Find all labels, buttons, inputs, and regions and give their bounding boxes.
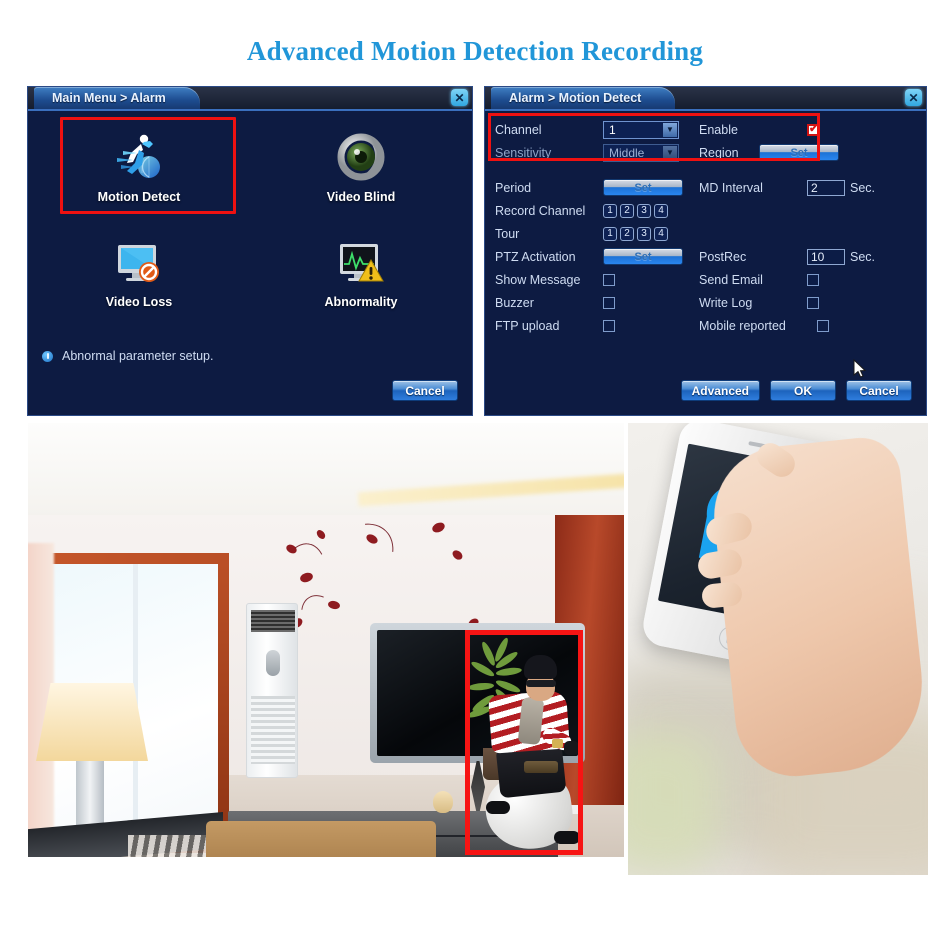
tour-channel-1[interactable]: 1 [603, 226, 617, 241]
post-rec-unit: Sec. [850, 249, 876, 264]
buzzer-label: Buzzer [495, 295, 534, 310]
post-rec-label: PostRec [699, 249, 747, 264]
chevron-down-icon: ▼ [663, 122, 677, 137]
advanced-button[interactable]: Advanced [680, 380, 760, 401]
menu-item-label: Motion Detect [97, 190, 181, 204]
alarm-dialog-titlebar: Main Menu > Alarm ✕ [28, 87, 472, 109]
row-ptz-activation: PTZ Activation Set PostRec 10 Sec. [495, 246, 916, 267]
hint-row: Abnormal parameter setup. [42, 349, 213, 363]
living-room-surveillance-photo [28, 423, 624, 857]
hand-holding-phone-photo [628, 423, 928, 875]
menu-item-label: Abnormality [324, 295, 398, 309]
page-title: Advanced Motion Detection Recording [246, 36, 704, 66]
alarm-menu-dialog: Main Menu > Alarm ✕ Motion Detect Video … [27, 86, 473, 482]
row-show-message: Show Message Send Email [495, 269, 916, 290]
alarm-dialog-body: Motion Detect Video Blind Video Loss Abn… [28, 109, 472, 482]
ottoman [206, 821, 436, 857]
record-channel-3[interactable]: 3 [637, 203, 651, 218]
mobile-reported-label: Mobile reported [699, 318, 786, 333]
write-log-checkbox[interactable] [807, 296, 819, 309]
close-icon[interactable]: ✕ [451, 89, 468, 106]
menu-item-video-blind[interactable]: Video Blind [250, 121, 472, 208]
channel-select[interactable]: 1 ▼ [603, 120, 679, 139]
monitor-blocked-icon [113, 236, 165, 288]
enable-checkbox[interactable] [807, 123, 819, 136]
post-rec-input[interactable]: 10 [807, 248, 845, 265]
close-icon[interactable]: ✕ [905, 89, 922, 106]
menu-item-label: Video Loss [105, 295, 173, 309]
human-hand [707, 433, 928, 783]
motion-detect-form: Channel 1 ▼ Enable Sensitivity [495, 119, 916, 338]
buzzer-checkbox[interactable] [603, 296, 615, 309]
row-channel: Channel 1 ▼ Enable [495, 119, 916, 140]
chevron-down-icon: ▼ [663, 145, 677, 160]
page-root: Advanced Motion Detection Recording Main… [0, 0, 950, 950]
ptz-activation-label: PTZ Activation [495, 249, 576, 264]
record-channel-label: Record Channel [495, 203, 586, 218]
channel-label: Channel [495, 122, 542, 137]
table-lamp [36, 683, 148, 761]
sensitivity-select[interactable]: Middle ▼ [603, 143, 679, 162]
cancel-button[interactable]: Cancel [392, 380, 458, 401]
running-man-icon [113, 131, 165, 183]
md-interval-label: MD Interval [699, 180, 763, 195]
send-email-label: Send Email [699, 272, 763, 287]
motion-dialog-footer: Advanced OK Cancel [680, 380, 912, 401]
alarm-icon-grid: Motion Detect Video Blind Video Loss Abn… [28, 117, 472, 313]
record-channel-1[interactable]: 1 [603, 203, 617, 218]
ftp-upload-checkbox[interactable] [603, 319, 615, 332]
period-label: Period [495, 180, 532, 195]
mouse-cursor-right [853, 359, 866, 378]
write-log-label: Write Log [699, 295, 753, 310]
region-set-button[interactable]: Set [759, 144, 839, 161]
ok-button[interactable]: OK [770, 380, 836, 401]
info-icon [42, 350, 53, 362]
row-sensitivity: Sensitivity Middle ▼ Region Set [495, 142, 916, 163]
record-channel-4[interactable]: 4 [654, 203, 668, 218]
ftp-upload-label: FTP upload [495, 318, 560, 333]
tour-label: Tour [495, 226, 520, 241]
record-channel-group: 1 2 3 4 [603, 203, 668, 218]
eye-icon [335, 131, 387, 183]
show-message-checkbox[interactable] [603, 273, 615, 286]
motion-dialog-body: Channel 1 ▼ Enable Sensitivity [485, 109, 926, 415]
md-interval-input[interactable]: 2 [807, 179, 845, 196]
row-buzzer: Buzzer Write Log [495, 292, 916, 313]
tour-channel-4[interactable]: 4 [654, 226, 668, 241]
ptz-activation-set-button[interactable]: Set [603, 248, 683, 265]
motion-dialog-titlebar: Alarm > Motion Detect ✕ [485, 87, 926, 109]
sensitivity-label: Sensitivity [495, 145, 552, 160]
motion-detection-region-box [465, 630, 583, 855]
md-interval-unit: Sec. [850, 180, 876, 195]
menu-item-motion-detect[interactable]: Motion Detect [28, 117, 250, 214]
menu-item-label: Video Blind [326, 190, 396, 204]
row-ftp-upload: FTP upload Mobile reported [495, 315, 916, 336]
monitor-warning-icon [335, 236, 387, 288]
region-label: Region [699, 145, 739, 160]
send-email-checkbox[interactable] [807, 273, 819, 286]
show-message-label: Show Message [495, 272, 581, 287]
record-channel-2[interactable]: 2 [620, 203, 634, 218]
hint-text: Abnormal parameter setup. [62, 349, 214, 363]
sensitivity-select-value: Middle [609, 145, 645, 160]
tour-group: 1 2 3 4 [603, 226, 668, 241]
row-period: Period Set MD Interval 2 Sec. [495, 177, 916, 198]
row-record-channel: Record Channel 1 2 3 4 [495, 200, 916, 221]
motion-dialog-breadcrumb: Alarm > Motion Detect [491, 87, 676, 109]
mobile-reported-checkbox[interactable] [817, 319, 829, 332]
menu-item-abnormality[interactable]: Abnormality [250, 226, 472, 313]
channel-select-value: 1 [609, 122, 616, 137]
air-conditioner [246, 603, 298, 778]
motion-detect-dialog: Alarm > Motion Detect ✕ Channel 1 ▼ Enab… [484, 86, 927, 416]
tour-channel-3[interactable]: 3 [637, 226, 651, 241]
row-tour: Tour 1 2 3 4 [495, 223, 916, 244]
cancel-button[interactable]: Cancel [846, 380, 912, 401]
period-set-button[interactable]: Set [603, 179, 683, 196]
menu-item-video-loss[interactable]: Video Loss [28, 226, 250, 313]
enable-label: Enable [699, 122, 738, 137]
alarm-dialog-footer: Cancel [392, 380, 458, 401]
alarm-dialog-breadcrumb: Main Menu > Alarm [34, 87, 200, 109]
tour-channel-2[interactable]: 2 [620, 226, 634, 241]
